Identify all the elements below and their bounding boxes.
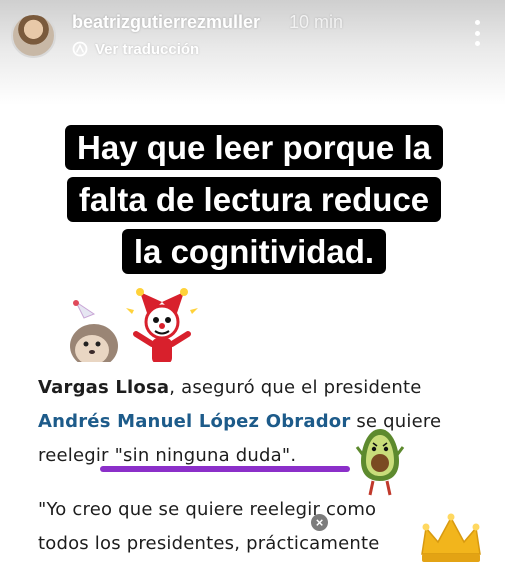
article-line: todos los presidentes, prácticamente [38,533,380,554]
translate-label: Ver traducción [95,40,200,58]
crown-sticker [421,513,481,562]
close-icon[interactable]: × [311,514,328,531]
story-header: beatrizgutierrezmuller 10 min Ver traduc… [0,0,505,70]
article-text: , aseguró que el presidente [169,377,422,398]
avocado-sticker [355,429,405,496]
translate-button[interactable]: Ver traducción [72,39,199,59]
author-name: Vargas Llosa [38,377,170,398]
caption-text: Hay que leer porque la falta de lectura … [65,125,443,274]
purple-underline [100,466,350,472]
jester-sticker [126,288,198,364]
timestamp: 10 min [289,12,344,32]
article-line: reelegir "sin ninguna duda". [38,445,297,466]
president-link[interactable]: Andrés Manuel López Obrador [38,411,350,432]
more-vertical-icon[interactable] [469,20,485,46]
username[interactable]: beatrizgutierrezmuller [72,12,260,33]
story-caption: Hay que leer porque la falta de lectura … [62,122,446,278]
article-line: Vargas Llosa, aseguró que el presidente [38,377,422,398]
translate-icon [72,41,88,57]
avatar[interactable] [11,13,56,58]
